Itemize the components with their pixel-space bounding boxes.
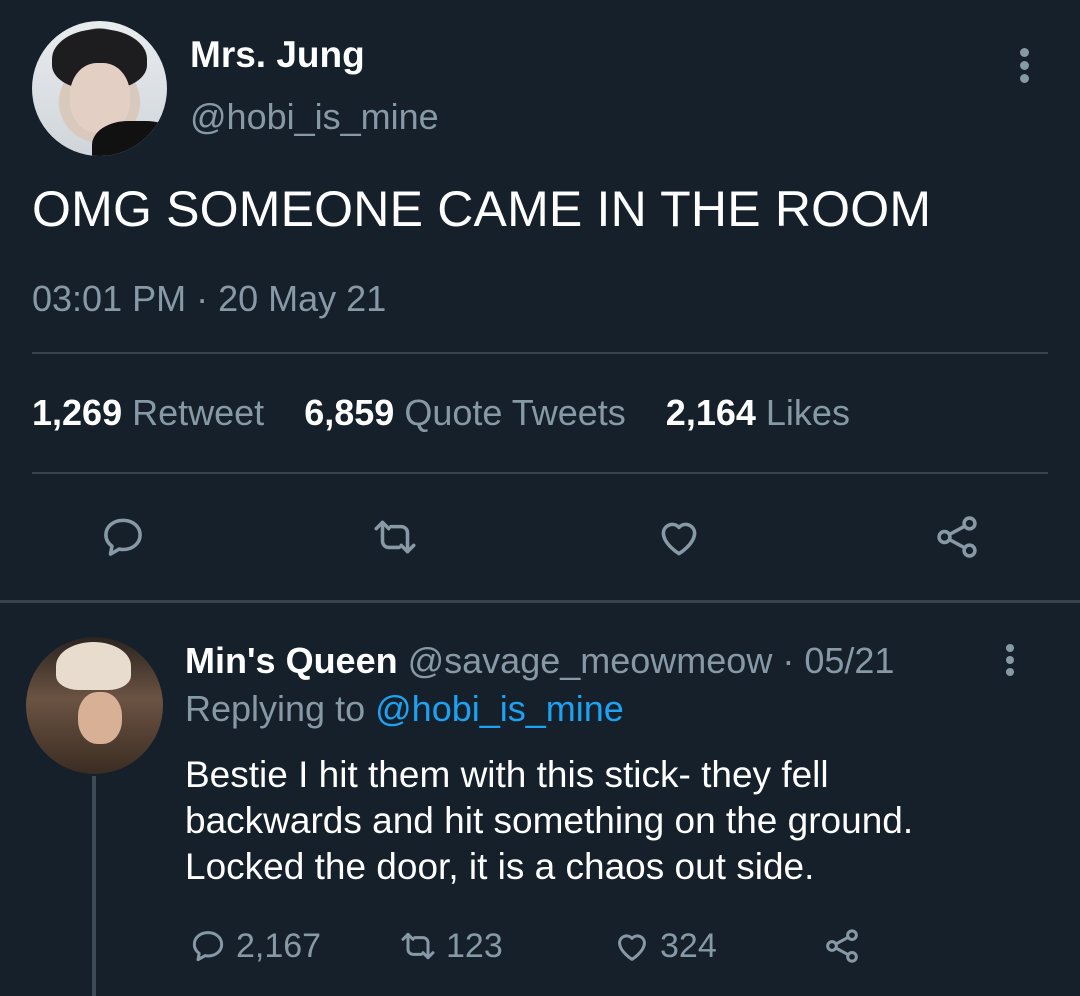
separator: · — [782, 640, 795, 681]
reply-like-count: 324 — [660, 926, 717, 965]
reply-share-button[interactable] — [822, 922, 870, 970]
reply-author-name[interactable]: Min's Queen — [185, 640, 398, 681]
quote-label: Quote Tweets — [404, 392, 626, 433]
likes-label: Likes — [765, 392, 850, 433]
tweet-time: 03:01 PM — [32, 278, 187, 319]
likes-count: 2,164 — [665, 392, 756, 433]
quote-count: 6,859 — [304, 392, 395, 433]
reply-author-avatar[interactable] — [26, 637, 163, 774]
retweet-icon — [374, 520, 416, 554]
reply-text: Bestie I hit them with this stick- they … — [185, 752, 1045, 890]
tweet-stats: 1,269 Retweet 6,859 Quote Tweets 2,164 L… — [32, 392, 880, 434]
replying-prefix: Replying to — [185, 688, 366, 729]
reply-more-options-icon[interactable] — [1000, 644, 1020, 684]
tweet-timestamp[interactable]: 03:01 PM · 20 May 21 — [32, 278, 386, 320]
reply-button[interactable] — [98, 512, 148, 562]
section-divider — [0, 600, 1080, 603]
reply-like-button[interactable]: 324 — [612, 922, 717, 970]
more-options-icon[interactable] — [1014, 48, 1034, 88]
divider — [32, 352, 1048, 354]
reply-icon — [104, 518, 142, 556]
author-name[interactable]: Mrs. Jung — [190, 34, 365, 76]
reply-date[interactable]: 05/21 — [804, 640, 894, 681]
likes-stat[interactable]: 2,164 Likes — [666, 392, 880, 433]
reply-header: Min's Queen @savage_meowmeow · 05/21 — [185, 640, 894, 682]
reply-reply-button[interactable]: 2,167 — [188, 922, 321, 970]
quote-stat[interactable]: 6,859 Quote Tweets — [304, 392, 656, 433]
author-avatar[interactable] — [32, 21, 167, 156]
reply-author-handle[interactable]: @savage_meowmeow — [408, 640, 773, 681]
divider — [32, 472, 1048, 474]
tweet-date: 20 May 21 — [218, 278, 387, 319]
reply-reply-count: 2,167 — [236, 926, 322, 965]
tweet-text: OMG SOMEONE CAME IN THE ROOM — [32, 181, 932, 237]
retweet-stat[interactable]: 1,269 Retweet — [32, 392, 294, 433]
share-icon — [826, 929, 858, 963]
like-button[interactable] — [654, 512, 704, 562]
reply-retweet-button[interactable]: 123 — [398, 922, 503, 970]
heart-icon — [661, 522, 697, 556]
reply-text-line: Locked the door, it is a chaos out side. — [185, 846, 815, 887]
reply-text-line: Bestie I hit them with this stick- they … — [185, 754, 829, 795]
reply-icon — [192, 931, 224, 962]
author-handle[interactable]: @hobi_is_mine — [190, 96, 439, 138]
replying-to: Replying to @hobi_is_mine — [185, 688, 624, 730]
heart-icon — [618, 934, 646, 961]
retweet-count: 1,269 — [32, 392, 123, 433]
reply-text-line: backwards and hit something on the groun… — [185, 800, 914, 841]
retweet-button[interactable] — [370, 512, 420, 562]
separator: · — [196, 278, 209, 319]
replying-to-link[interactable]: @hobi_is_mine — [375, 688, 624, 729]
share-icon — [937, 516, 977, 558]
share-button[interactable] — [932, 512, 982, 562]
thread-line — [92, 776, 96, 996]
reply-retweet-count: 123 — [446, 926, 503, 965]
retweet-icon — [401, 932, 435, 960]
retweet-label: Retweet — [132, 392, 265, 433]
